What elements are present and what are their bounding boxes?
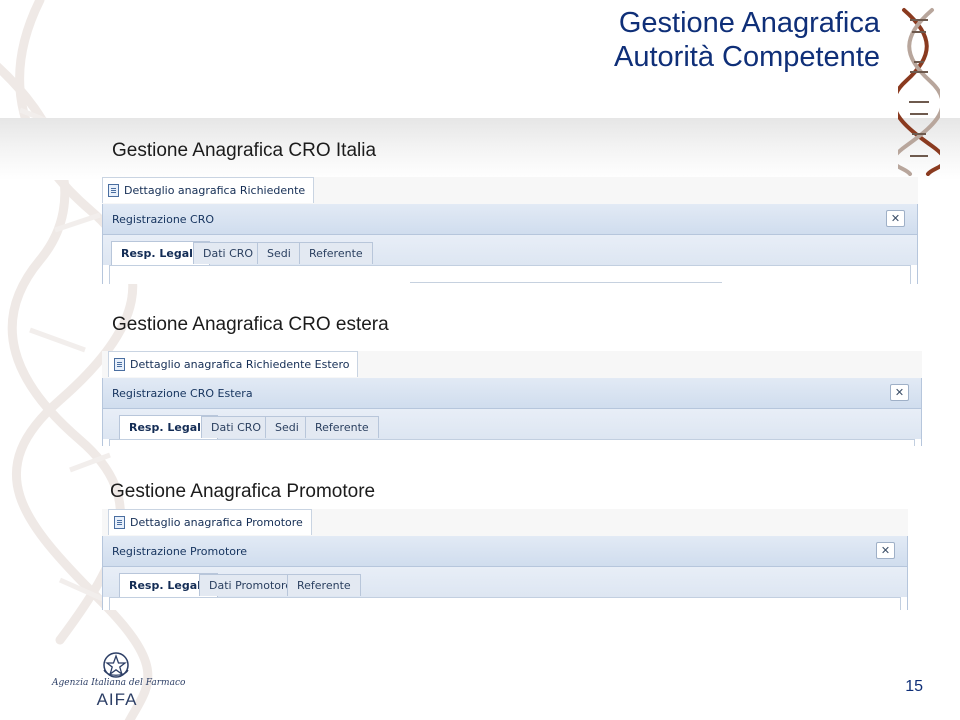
close-icon: ✕	[894, 386, 905, 399]
panel-header: Registrazione CRO Estera ✕	[103, 378, 921, 409]
close-button[interactable]: ✕	[886, 210, 905, 227]
screenshot-cro-estera: Registrazione CRO Estera ✕ Resp. Legale …	[102, 351, 922, 446]
tab-strip: Resp. Legale Dati CRO Sedi Referente	[103, 235, 917, 265]
panel-body	[109, 265, 911, 284]
close-button[interactable]: ✕	[876, 542, 895, 559]
section-heading-cro-estera: Gestione Anagrafica CRO estera	[112, 314, 389, 335]
logo-script-text: Agenzia Italiana del Farmaco	[52, 678, 186, 688]
document-icon	[114, 516, 125, 529]
tab-strip: Resp. Legale Dati Promotore Referente	[103, 567, 907, 597]
slide-title-line-1: Gestione Anagrafica	[618, 7, 880, 39]
logo-acronym: AIFA	[96, 690, 138, 709]
close-icon: ✕	[890, 212, 901, 225]
panel-body	[109, 597, 901, 610]
tab-referente[interactable]: Referente	[299, 242, 373, 264]
main-tab-dettaglio-estero[interactable]: Dettaglio anagrafica Richiedente Estero	[108, 351, 359, 377]
form-field-line	[410, 282, 722, 283]
close-icon: ✕	[880, 544, 891, 557]
tab-dati-cro[interactable]: Dati CRO	[193, 242, 264, 264]
tab-dati-cro[interactable]: Dati CRO	[201, 416, 272, 438]
aifa-logo: Agenzia Italiana del Farmaco AIFA	[52, 650, 186, 712]
panel-header: Registrazione CRO ✕	[103, 204, 917, 235]
panel-title: Registrazione CRO Estera	[112, 387, 253, 400]
panel-title: Registrazione CRO	[112, 213, 215, 226]
main-tab-label: Dettaglio anagrafica Richiedente	[124, 184, 306, 197]
main-tab-dettaglio[interactable]: Dettaglio anagrafica Richiedente	[102, 177, 315, 203]
registration-panel: Registrazione CRO ✕ Resp. Legale Dati CR…	[102, 204, 918, 284]
italian-republic-emblem	[103, 652, 129, 678]
section-heading-promotore: Gestione Anagrafica Promotore	[110, 481, 376, 502]
tab-sedi[interactable]: Sedi	[265, 416, 309, 438]
registration-panel: Registrazione Promotore ✕ Resp. Legale D…	[102, 536, 908, 610]
tab-sedi[interactable]: Sedi	[257, 242, 301, 264]
main-tab-dettaglio-promotore[interactable]: Dettaglio anagrafica Promotore	[108, 509, 312, 535]
screenshot-promotore: Registrazione Promotore ✕ Resp. Legale D…	[102, 509, 908, 610]
document-icon	[108, 184, 119, 197]
tab-referente[interactable]: Referente	[305, 416, 379, 438]
panel-title: Registrazione Promotore	[112, 545, 248, 558]
screenshot-cro-italia: Registrazione CRO ✕ Resp. Legale Dati CR…	[102, 177, 918, 284]
document-icon	[114, 358, 125, 371]
section-heading-cro-italia: Gestione Anagrafica CRO Italia	[112, 140, 377, 161]
main-tab-label: Dettaglio anagrafica Promotore	[130, 516, 303, 529]
slide-title-line-2: Autorità Competente	[614, 41, 880, 73]
page-number: 15	[905, 678, 923, 695]
close-button[interactable]: ✕	[890, 384, 909, 401]
dna-helix-icon	[898, 8, 940, 176]
main-tab-label: Dettaglio anagrafica Richiedente Estero	[130, 358, 350, 371]
panel-body	[109, 439, 915, 446]
slide: Gestione Anagrafica Autorità Competente …	[0, 0, 960, 720]
tab-referente[interactable]: Referente	[287, 574, 361, 596]
registration-panel: Registrazione CRO Estera ✕ Resp. Legale …	[102, 378, 922, 446]
tab-strip: Resp. Legale Dati CRO Sedi Referente	[103, 409, 921, 439]
panel-header: Registrazione Promotore ✕	[103, 536, 907, 567]
